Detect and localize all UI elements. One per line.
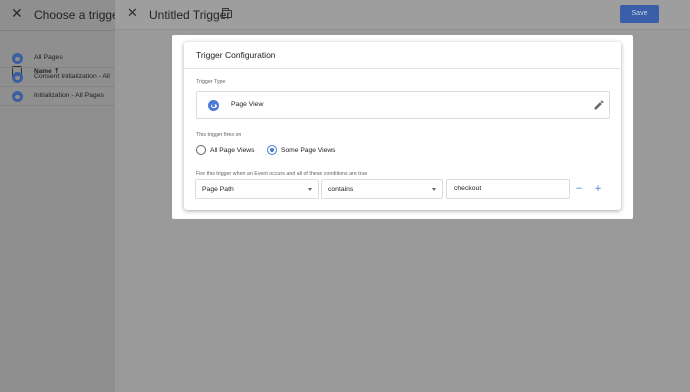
trigger-item-label: Consent Initialization - All bbox=[34, 73, 110, 80]
variable-value: Page Path bbox=[202, 186, 234, 193]
save-button[interactable]: Save bbox=[620, 5, 659, 23]
trigger-type-value: Page View bbox=[231, 101, 264, 108]
operator-dropdown[interactable]: contains bbox=[321, 179, 443, 199]
trigger-chooser-panel: ✕ Choose a trigger Name ↑ All Pages Conse… bbox=[0, 0, 123, 392]
fires-on-label: This trigger fires on bbox=[196, 132, 242, 138]
trigger-configuration-card: Trigger Configuration Trigger Type Page … bbox=[184, 42, 621, 210]
condition-label: Fire this trigger when an Event occurs a… bbox=[196, 171, 368, 177]
trigger-list-item[interactable]: Initialization - All Pages bbox=[0, 87, 115, 106]
chevron-down-icon bbox=[308, 188, 312, 191]
column-header: Name ↑ bbox=[0, 31, 115, 76]
initialization-icon bbox=[12, 91, 23, 102]
consent-initialization-icon bbox=[12, 72, 23, 83]
radio-button[interactable] bbox=[196, 145, 206, 155]
remove-condition-button[interactable]: − bbox=[573, 183, 585, 195]
trigger-name-title[interactable]: Untitled Trigger bbox=[149, 8, 230, 22]
card-title: Trigger Configuration bbox=[196, 50, 276, 60]
chevron-down-icon bbox=[432, 188, 436, 191]
radio-button-selected[interactable] bbox=[267, 145, 277, 155]
page-view-icon bbox=[12, 53, 23, 64]
close-icon[interactable]: ✕ bbox=[127, 7, 138, 20]
trigger-chooser-header: ✕ Choose a trigger bbox=[0, 0, 123, 32]
page-view-icon bbox=[208, 100, 219, 111]
operator-value: contains bbox=[328, 186, 354, 193]
condition-value-input[interactable]: checkout bbox=[446, 179, 570, 199]
folder-icon[interactable] bbox=[222, 8, 232, 18]
variable-dropdown[interactable]: Page Path bbox=[195, 179, 319, 199]
radio-label: All Page Views bbox=[210, 146, 255, 154]
divider bbox=[184, 68, 621, 69]
trigger-list-item[interactable]: Consent Initialization - All bbox=[0, 68, 115, 87]
radio-all-page-views[interactable]: All Page Views bbox=[196, 145, 254, 155]
trigger-list-item[interactable]: All Pages bbox=[0, 49, 115, 68]
trigger-type-selector[interactable]: Page View bbox=[196, 91, 610, 119]
trigger-item-label: All Pages bbox=[34, 54, 63, 61]
radio-some-page-views[interactable]: Some Page Views bbox=[267, 145, 336, 155]
editor-header: ✕ Untitled Trigger Save bbox=[115, 0, 690, 30]
trigger-item-label: Initialization - All Pages bbox=[34, 92, 104, 99]
add-condition-button[interactable]: + bbox=[592, 183, 604, 195]
trigger-type-label: Trigger Type bbox=[196, 79, 226, 85]
trigger-chooser-title: Choose a trigger bbox=[34, 8, 123, 22]
row-divider bbox=[0, 105, 115, 106]
edit-pencil-icon[interactable] bbox=[593, 99, 605, 111]
radio-label: Some Page Views bbox=[281, 146, 336, 154]
close-icon[interactable]: ✕ bbox=[11, 7, 23, 21]
